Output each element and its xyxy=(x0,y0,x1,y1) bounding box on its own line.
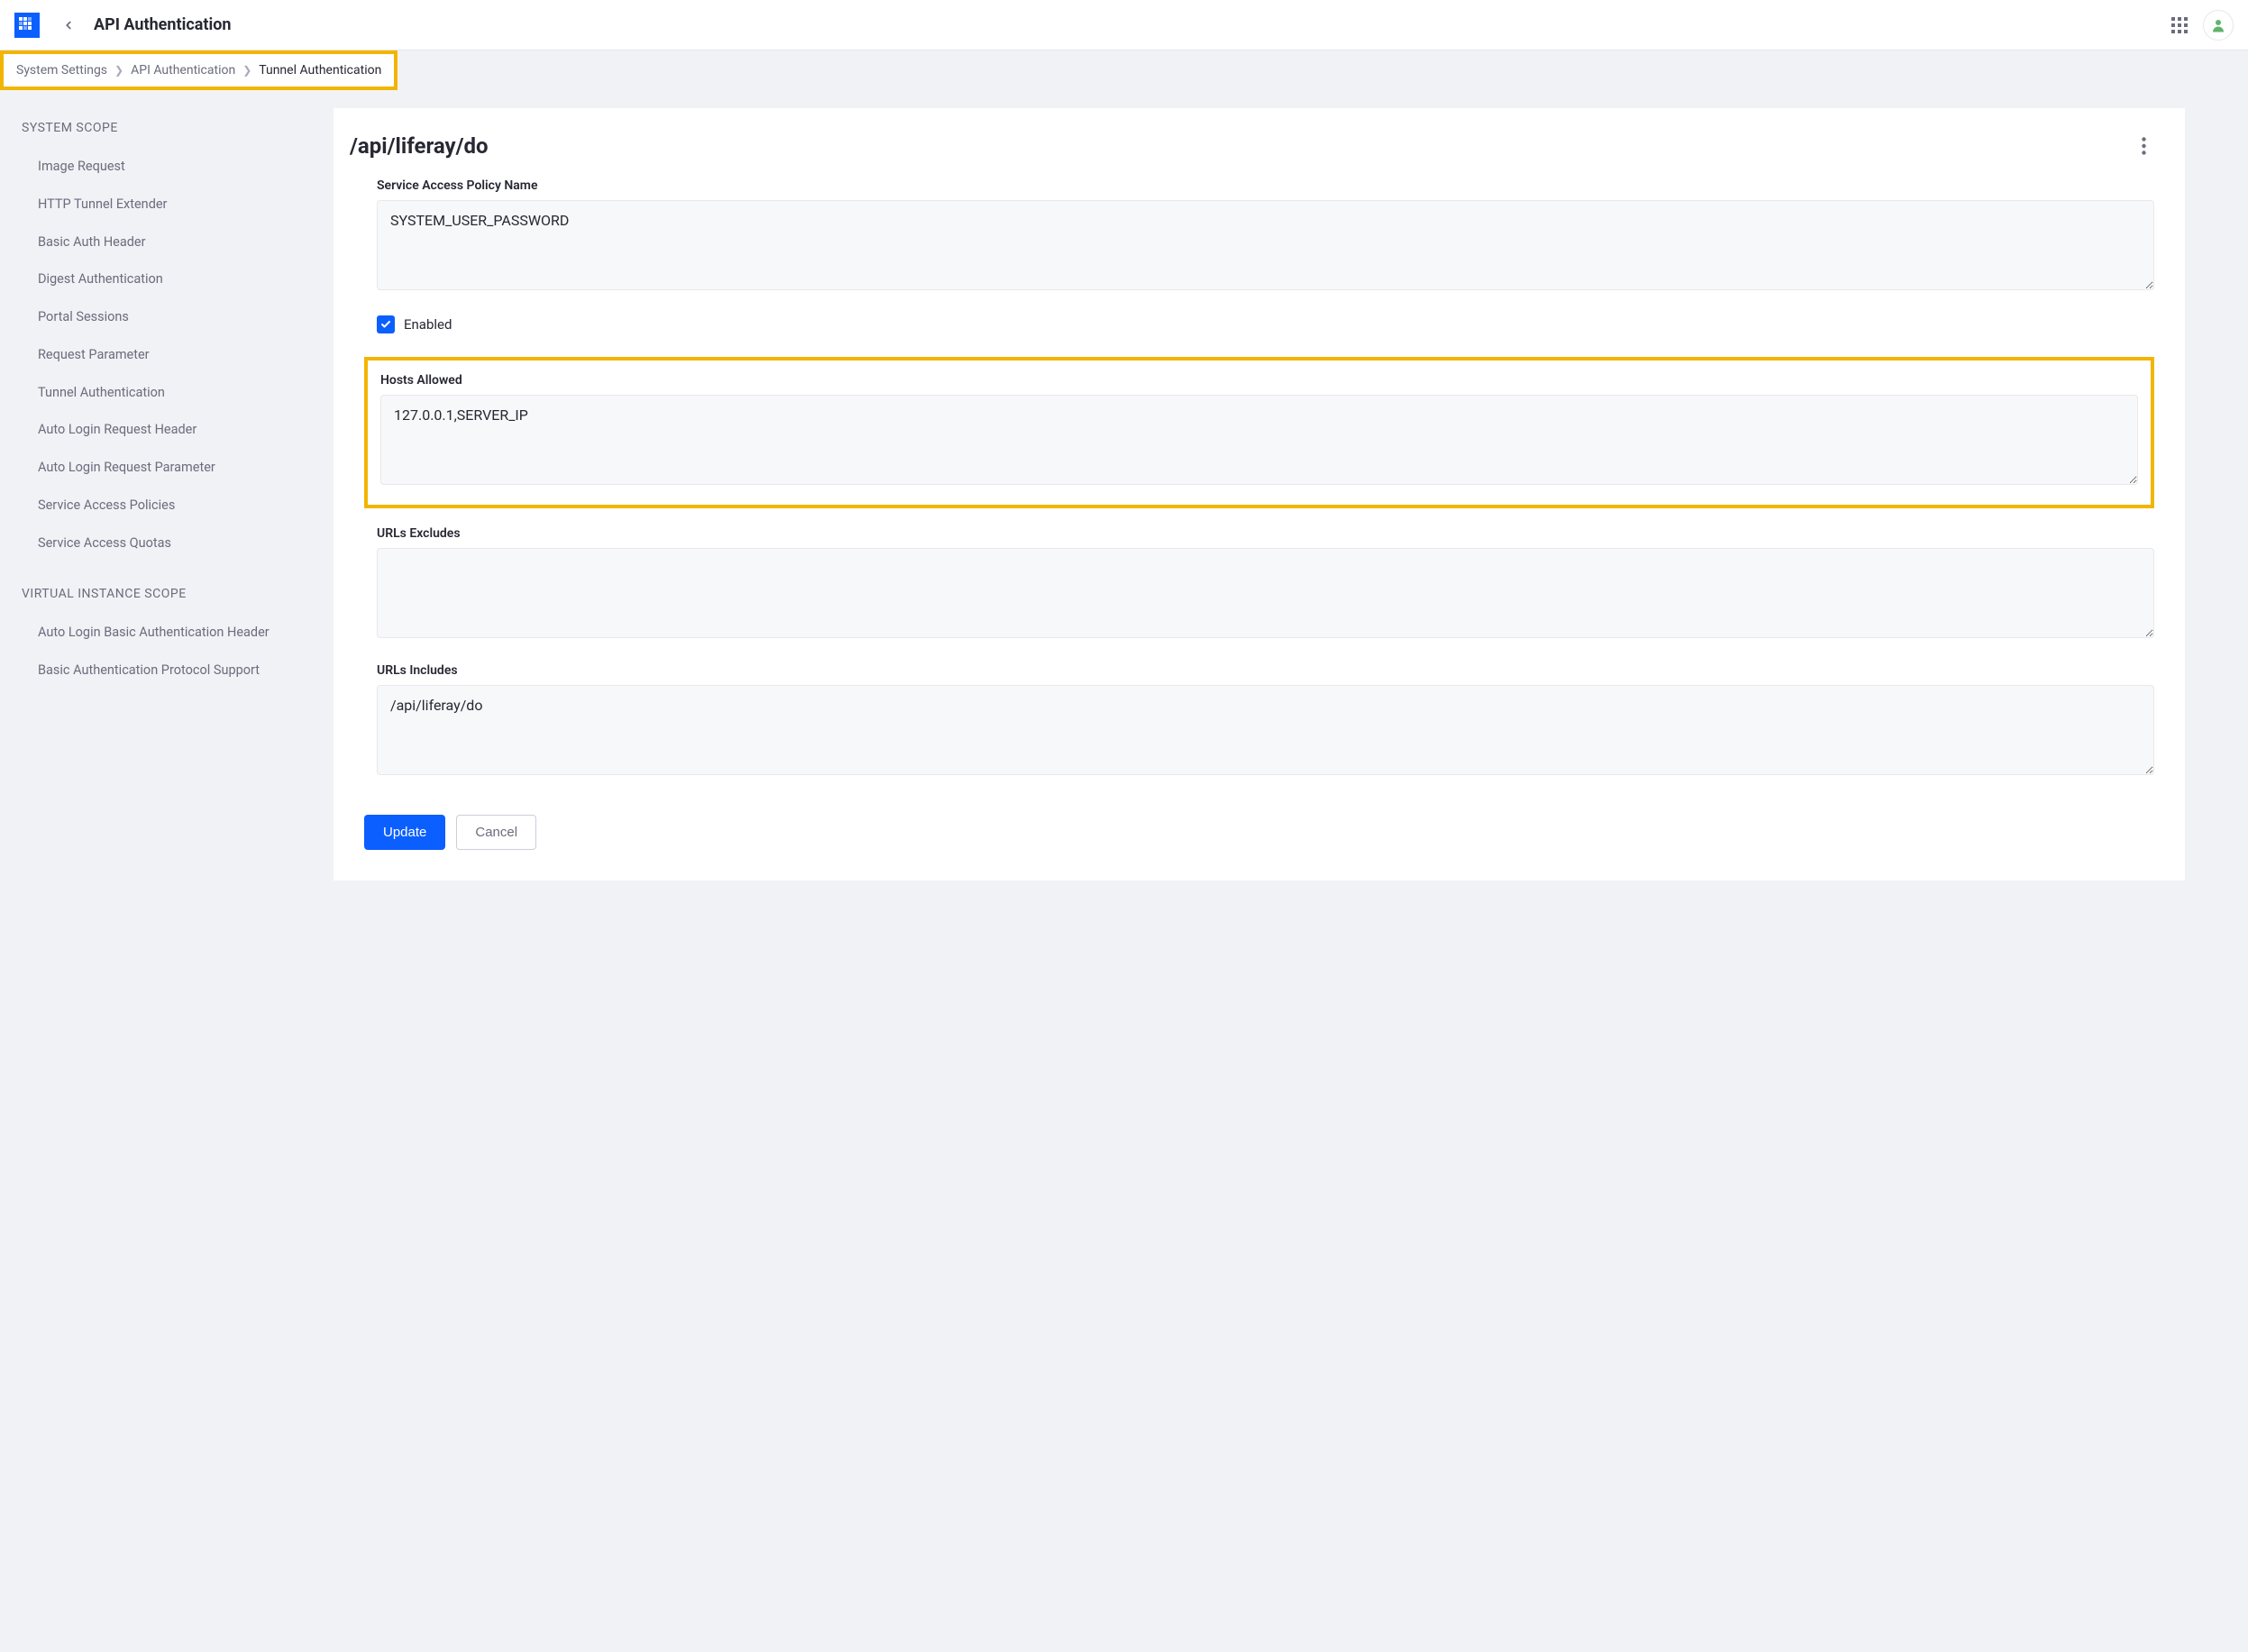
panel-title: /api/liferay/do xyxy=(350,133,489,159)
chevron-right-icon: ❯ xyxy=(242,64,251,77)
scope-label: VIRTUAL INSTANCE SCOPE xyxy=(22,587,315,601)
product-logo-icon[interactable] xyxy=(14,13,40,38)
sidebar-list-virtual: Auto Login Basic Authentication Header B… xyxy=(22,614,315,689)
sidebar-list-system: Image Request HTTP Tunnel Extender Basic… xyxy=(22,148,315,561)
sidebar-item-tunnel-authentication[interactable]: Tunnel Authentication xyxy=(38,374,315,412)
topbar-left: API Authentication xyxy=(14,13,2169,38)
label-urls-includes: URLs Includes xyxy=(377,663,2154,678)
kebab-menu-icon[interactable] xyxy=(2133,135,2154,157)
sidebar-item-auto-login-request-parameter[interactable]: Auto Login Request Parameter xyxy=(38,449,315,487)
breadcrumb-wrap: System Settings ❯ API Authentication ❯ T… xyxy=(0,50,2248,90)
field-enabled: Enabled xyxy=(364,315,2154,333)
chevron-right-icon: ❯ xyxy=(114,64,123,77)
scope-label: SYSTEM SCOPE xyxy=(22,121,315,135)
field-service-access-policy-name: Service Access Policy Name xyxy=(364,178,2154,294)
content: SYSTEM SCOPE Image Request HTTP Tunnel E… xyxy=(0,90,2248,908)
field-hosts-allowed-highlight: Hosts Allowed xyxy=(364,357,2154,508)
field-urls-includes: URLs Includes xyxy=(364,663,2154,779)
breadcrumb-item-current: Tunnel Authentication xyxy=(259,63,381,78)
breadcrumb-item[interactable]: System Settings xyxy=(16,63,107,78)
main-panel: /api/liferay/do Service Access Policy Na… xyxy=(334,108,2185,881)
sidebar-item-basic-auth-header[interactable]: Basic Auth Header xyxy=(38,224,315,261)
sidebar-item-basic-authentication-protocol-support[interactable]: Basic Authentication Protocol Support xyxy=(38,652,315,689)
field-urls-excludes: URLs Excludes xyxy=(364,526,2154,642)
breadcrumb-item[interactable]: API Authentication xyxy=(131,63,235,78)
label-hosts-allowed: Hosts Allowed xyxy=(380,373,2138,388)
sidebar-item-service-access-policies[interactable]: Service Access Policies xyxy=(38,487,315,525)
sidebar-item-auto-login-request-header[interactable]: Auto Login Request Header xyxy=(38,411,315,449)
button-row: Update Cancel xyxy=(364,815,2154,850)
input-urls-excludes[interactable] xyxy=(377,548,2154,638)
breadcrumb: System Settings ❯ API Authentication ❯ T… xyxy=(0,50,398,90)
user-avatar[interactable] xyxy=(2203,10,2234,41)
label-urls-excludes: URLs Excludes xyxy=(377,526,2154,541)
panel-form: Service Access Policy Name Enabled Hosts… xyxy=(350,178,2154,850)
sidebar-item-request-parameter[interactable]: Request Parameter xyxy=(38,336,315,374)
input-urls-includes[interactable] xyxy=(377,685,2154,775)
update-button[interactable]: Update xyxy=(364,815,445,850)
page-title: API Authentication xyxy=(94,15,231,34)
topbar-right xyxy=(2169,10,2234,41)
apps-grid-icon[interactable] xyxy=(2169,14,2190,36)
sidebar-item-auto-login-basic-auth-header[interactable]: Auto Login Basic Authentication Header xyxy=(38,614,315,652)
label-service-access-policy-name: Service Access Policy Name xyxy=(377,178,2154,193)
sidebar-item-digest-authentication[interactable]: Digest Authentication xyxy=(38,260,315,298)
input-hosts-allowed[interactable] xyxy=(380,395,2138,485)
input-service-access-policy-name[interactable] xyxy=(377,200,2154,290)
sidebar-item-service-access-quotas[interactable]: Service Access Quotas xyxy=(38,525,315,562)
sidebar-item-image-request[interactable]: Image Request xyxy=(38,148,315,186)
cancel-button[interactable]: Cancel xyxy=(456,815,536,850)
panel-head: /api/liferay/do xyxy=(350,133,2154,159)
sidebar-item-http-tunnel-extender[interactable]: HTTP Tunnel Extender xyxy=(38,186,315,224)
sidebar: SYSTEM SCOPE Image Request HTTP Tunnel E… xyxy=(0,108,334,689)
back-icon[interactable] xyxy=(59,16,78,34)
sidebar-item-portal-sessions[interactable]: Portal Sessions xyxy=(38,298,315,336)
topbar: API Authentication xyxy=(0,0,2248,50)
checkbox-enabled[interactable] xyxy=(377,315,395,333)
label-enabled: Enabled xyxy=(404,316,452,333)
